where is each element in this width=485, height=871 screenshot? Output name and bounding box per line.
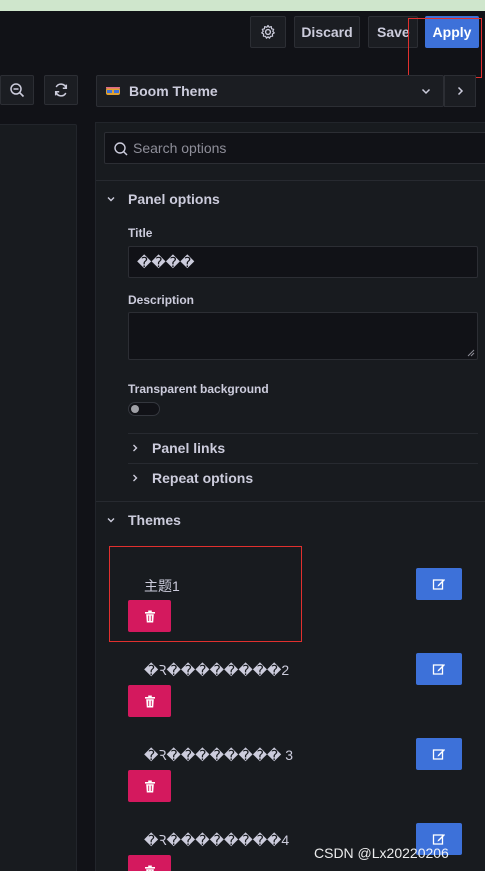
- edit-theme-button[interactable]: [416, 738, 462, 770]
- chevron-right-icon: [133, 444, 138, 452]
- search-input[interactable]: Search options: [104, 132, 485, 164]
- resize-grip-icon[interactable]: [467, 349, 475, 357]
- repeat-options-header[interactable]: Repeat options: [128, 470, 253, 486]
- edit-icon: [432, 834, 445, 845]
- chevron-down-icon: [107, 197, 115, 202]
- edit-icon: [432, 579, 445, 590]
- watermark: CSDN @Lx20220206: [314, 845, 449, 861]
- search-placeholder: Search options: [133, 140, 227, 156]
- chevron-right-icon: [133, 474, 138, 482]
- delete-theme-button[interactable]: [128, 685, 171, 717]
- themes-header[interactable]: Themes: [104, 512, 181, 528]
- themes-label: Themes: [128, 512, 181, 528]
- transparent-toggle[interactable]: [128, 402, 160, 416]
- title-field[interactable]: ����: [128, 246, 478, 278]
- title-value: ����: [137, 253, 195, 270]
- divider: [128, 463, 478, 464]
- visualization-picker[interactable]: Boom Theme: [96, 75, 444, 107]
- visualization-name: Boom Theme: [129, 83, 218, 99]
- trash-icon: [144, 695, 155, 707]
- trash-icon: [144, 610, 155, 622]
- trash-icon: [144, 780, 155, 792]
- refresh-icon: [54, 83, 68, 97]
- zoom-out-icon: [10, 83, 25, 98]
- theme-name: 主题1: [144, 578, 180, 594]
- description-label: Description: [128, 293, 195, 307]
- edit-icon: [432, 664, 445, 675]
- panel-preview: [0, 124, 77, 871]
- zoom-out-button[interactable]: [0, 75, 34, 105]
- edit-theme-button[interactable]: [416, 653, 462, 685]
- window-top-strip: [0, 0, 485, 11]
- theme-name: �Ꝛ��������2: [144, 662, 290, 678]
- panel-links-header[interactable]: Panel links: [128, 440, 225, 456]
- gear-icon: [261, 24, 275, 39]
- theme-icon: [106, 87, 120, 95]
- title-label: Title: [128, 226, 153, 240]
- panel-options-label: Panel options: [128, 191, 220, 207]
- theme-name: �Ꝛ��������4: [144, 832, 290, 848]
- toggle-knob: [131, 405, 139, 413]
- apply-button[interactable]: Apply: [425, 16, 479, 48]
- delete-theme-button[interactable]: [128, 600, 171, 632]
- divider: [96, 501, 485, 502]
- trash-icon: [144, 865, 155, 871]
- repeat-options-label: Repeat options: [152, 470, 254, 486]
- discard-button[interactable]: Discard: [294, 16, 360, 48]
- transparent-label: Transparent background: [128, 382, 269, 396]
- delete-theme-button[interactable]: [128, 770, 171, 802]
- panel-links-label: Panel links: [152, 440, 226, 456]
- chevron-right-icon: [457, 86, 464, 96]
- delete-theme-button[interactable]: [128, 855, 171, 871]
- visualization-next-button[interactable]: [444, 75, 476, 107]
- chevron-down-icon: [421, 88, 431, 95]
- edit-theme-button[interactable]: [416, 568, 462, 600]
- refresh-button[interactable]: [44, 75, 78, 105]
- save-button[interactable]: Save: [368, 16, 418, 48]
- edit-icon: [432, 749, 445, 760]
- chevron-down-icon: [107, 518, 115, 523]
- settings-button[interactable]: [250, 16, 286, 48]
- search-icon: [114, 142, 128, 156]
- theme-name: �Ꝛ�������� 3: [144, 747, 294, 763]
- description-field[interactable]: [128, 312, 478, 360]
- divider: [128, 433, 478, 434]
- panel-options-header[interactable]: Panel options: [104, 191, 220, 207]
- divider: [96, 180, 485, 181]
